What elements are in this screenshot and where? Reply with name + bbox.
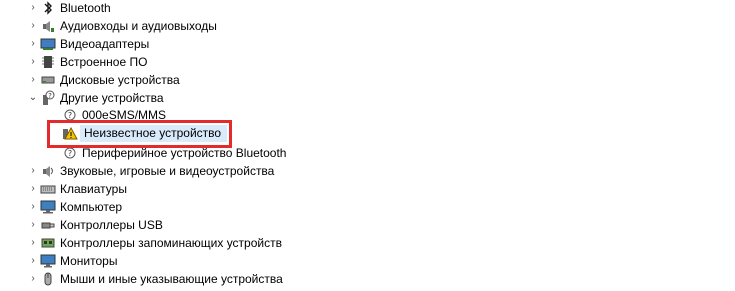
display-adapter-icon [40, 36, 56, 52]
chevron-right-icon[interactable]: › [26, 35, 40, 53]
tree-item-sms-mms[interactable]: ? 000eSMS/MMS [62, 106, 166, 124]
chevron-right-icon[interactable]: › [26, 234, 40, 252]
tree-item-monitors[interactable]: › Мониторы [26, 252, 117, 270]
mouse-icon [40, 271, 56, 287]
chevron-right-icon[interactable]: › [26, 162, 40, 180]
chevron-down-icon[interactable]: ⌄ [26, 89, 40, 107]
tree-item-bluetooth-peripheral[interactable]: ? Периферийное устройство Bluetooth [62, 144, 286, 162]
tree-item-label: Видеоадаптеры [60, 37, 150, 51]
tree-item-label: Компьютер [60, 200, 123, 214]
tree-item-label: Мыши и иные указывающие устройства [60, 272, 283, 286]
warning-device-icon [62, 125, 78, 141]
tree-item-label: Контроллеры запоминающих устройств [60, 236, 282, 250]
speaker-icon [40, 18, 56, 34]
tree-item-storage-controllers[interactable]: › Контроллеры запоминающих устройств [26, 234, 282, 252]
chevron-right-icon[interactable]: › [26, 252, 40, 270]
tree-item-audio[interactable]: › Аудиовходы и аудиовыходы [26, 17, 217, 35]
tree-item-label: Другие устройства [60, 91, 164, 105]
tree-item-label: Дисковые устройства [60, 73, 180, 87]
chevron-right-icon[interactable]: › [26, 216, 40, 234]
other-devices-icon: ? [40, 90, 56, 106]
tree-item-unknown-device[interactable]: Неизвестное устройство [62, 124, 221, 142]
chevron-right-icon[interactable]: › [26, 270, 40, 288]
unknown-device-icon: ? [62, 145, 78, 161]
chevron-right-icon[interactable]: › [26, 17, 40, 35]
tree-item-label: Встроенное ПО [60, 55, 148, 69]
tree-item-label: Звуковые, игровые и видеоустройства [60, 164, 275, 178]
chevron-right-icon[interactable]: › [26, 71, 40, 89]
tree-item-mice[interactable]: › Мыши и иные указывающие устройства [26, 270, 283, 288]
keyboard-icon [40, 181, 56, 197]
tree-item-bluetooth[interactable]: › Bluetooth [26, 0, 111, 17]
storage-controller-icon [40, 235, 56, 251]
svg-text:?: ? [68, 111, 72, 120]
tree-item-keyboards[interactable]: › Клавиатуры [26, 180, 127, 198]
bluetooth-icon [40, 0, 56, 16]
tree-item-label: 000eSMS/MMS [82, 108, 167, 122]
chevron-right-icon[interactable]: › [26, 0, 40, 17]
tree-item-label: Мониторы [60, 254, 118, 268]
tree-item-display-adapters[interactable]: › Видеоадаптеры [26, 35, 149, 53]
svg-text:?: ? [68, 149, 72, 158]
tree-item-label: Неизвестное устройство [84, 126, 222, 140]
firmware-icon [40, 54, 56, 70]
computer-icon [40, 199, 56, 215]
chevron-right-icon[interactable]: › [26, 53, 40, 71]
tree-item-firmware[interactable]: › Встроенное ПО [26, 53, 147, 71]
tree-item-usb-controllers[interactable]: › Контроллеры USB [26, 216, 163, 234]
unknown-device-icon: ? [62, 107, 78, 123]
usb-icon [40, 217, 56, 233]
device-tree: › Bluetooth › Аудиовходы и аудиовыходы › [0, 0, 735, 291]
sound-icon [40, 163, 56, 179]
tree-item-disk-drives[interactable]: › Дисковые устройства [26, 71, 180, 89]
tree-item-computer[interactable]: › Компьютер [26, 198, 122, 216]
svg-text:?: ? [48, 92, 52, 100]
tree-item-label: Аудиовходы и аудиовыходы [60, 19, 217, 33]
monitor-icon [40, 253, 56, 269]
tree-item-label: Периферийное устройство Bluetooth [82, 146, 287, 160]
chevron-right-icon[interactable]: › [26, 198, 40, 216]
tree-item-label: Контроллеры USB [60, 218, 163, 232]
tree-item-sound-devices[interactable]: › Звуковые, игровые и видеоустройства [26, 162, 274, 180]
chevron-right-icon[interactable]: › [26, 180, 40, 198]
tree-item-label: Клавиатуры [60, 182, 127, 196]
tree-item-label: Bluetooth [60, 1, 111, 15]
tree-item-other-devices[interactable]: ⌄ ? Другие устройства [26, 89, 164, 107]
disk-drive-icon [40, 72, 56, 88]
